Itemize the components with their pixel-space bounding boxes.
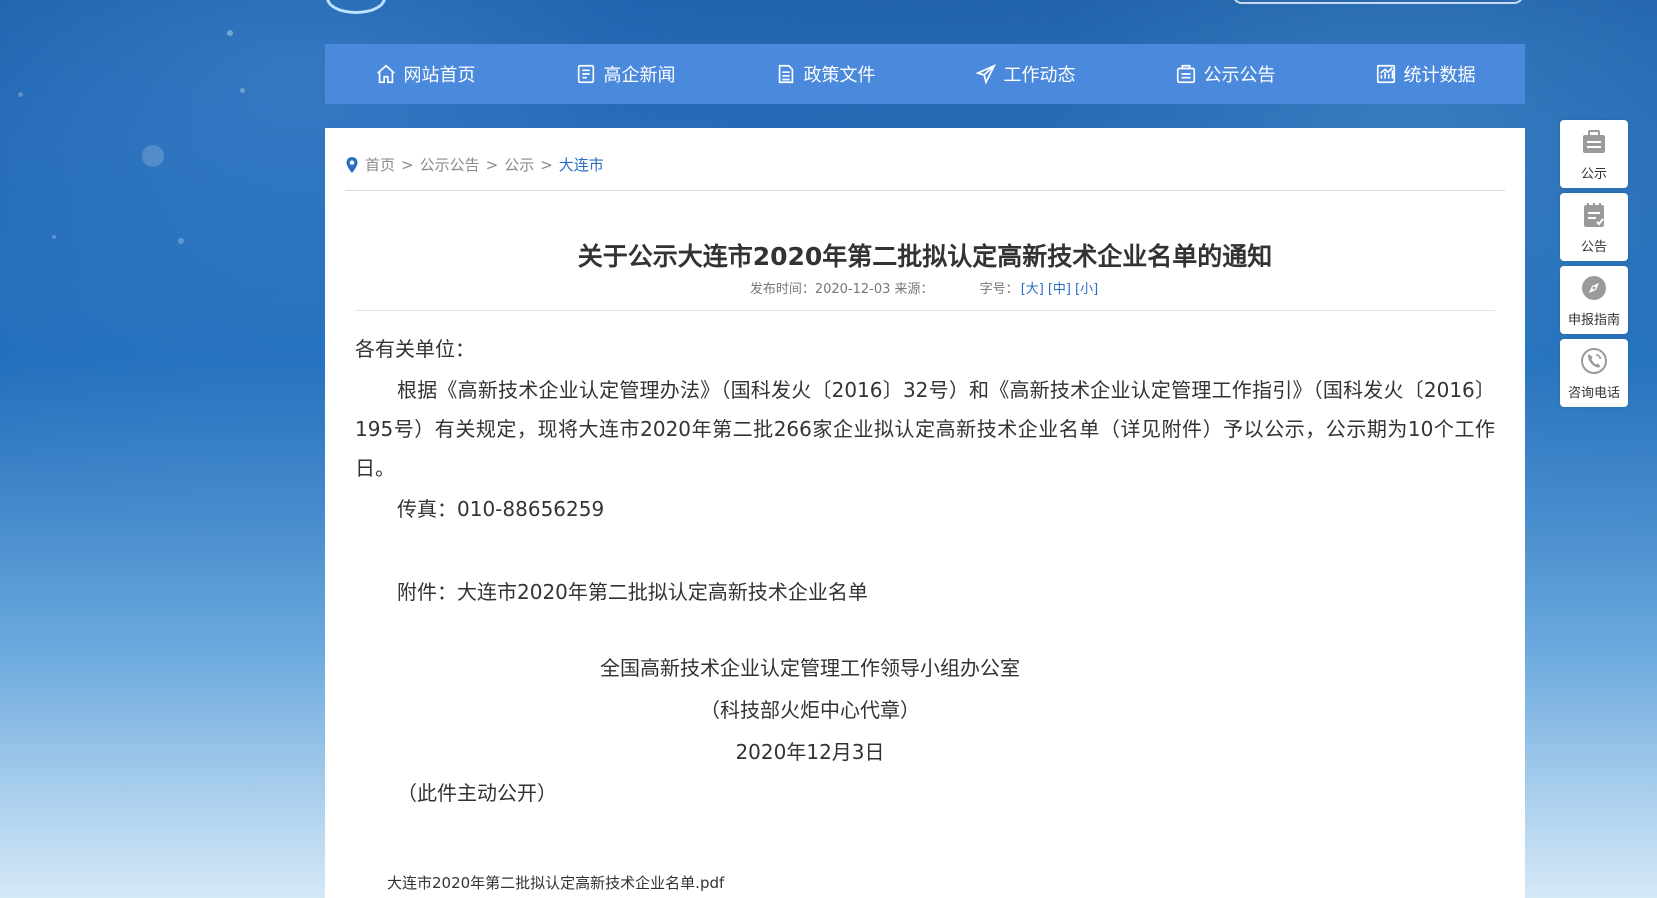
- float-item-guide[interactable]: 申报指南: [1560, 266, 1628, 334]
- signature-org: 全国高新技术企业认定管理工作领导小组办公室: [600, 656, 1020, 680]
- nav-item-statistics[interactable]: 统计数据: [1325, 44, 1525, 104]
- nav-item-home[interactable]: 网站首页: [325, 44, 525, 104]
- nav-item-announcement[interactable]: 公示公告: [1125, 44, 1325, 104]
- article-meta: 发布时间：2020-12-03 来源： 字号： [大] [中] [小]: [325, 278, 1525, 297]
- float-item-publicity[interactable]: 公示: [1560, 120, 1628, 188]
- breadcrumb-separator: >: [401, 155, 414, 174]
- breadcrumb-announcement-link[interactable]: 公示公告: [420, 154, 480, 175]
- floating-menu: 公示 公告 申报指南 咨询电话: [1560, 120, 1628, 412]
- font-size-large[interactable]: [大]: [1021, 282, 1044, 297]
- breadcrumb-separator: >: [485, 155, 499, 174]
- article-title: 关于公示大连市2020年第二批拟认定高新技术企业名单的通知: [577, 241, 1273, 271]
- float-item-label: 申报指南: [1567, 313, 1620, 328]
- attachment-file-link[interactable]: 大连市2020年第二批拟认定高新技术企业名单.pdf: [387, 872, 724, 893]
- announcement-icon: [1176, 64, 1195, 84]
- body-paragraph: 根据《高新技术企业认定管理办法》（国科发火〔2016〕32号）和《高新技术企业认…: [355, 378, 1495, 480]
- nav-item-policy[interactable]: 政策文件: [725, 44, 925, 104]
- nav-item-label: 高企新闻: [603, 65, 676, 86]
- article-panel: 首页 > 公示公告 > 公示 > 大连市 关于公示大连市2020年第二批拟认定高…: [325, 128, 1525, 898]
- home-icon: [376, 64, 395, 84]
- chart-icon: [1376, 64, 1395, 84]
- signature-seal: （科技部火炬中心代章）: [700, 698, 920, 722]
- salutation: 各有关单位：: [355, 337, 475, 361]
- notepad-icon: [1584, 203, 1604, 227]
- nav-item-news[interactable]: 高企新闻: [525, 44, 725, 104]
- signature-date: 2020年12月3日: [735, 740, 885, 764]
- publicity-note: （此件主动公开）: [397, 781, 557, 805]
- location-pin-icon: [346, 156, 358, 173]
- nav-item-label: 统计数据: [1403, 65, 1476, 86]
- nav-item-work[interactable]: 工作动态: [925, 44, 1125, 104]
- nav-item-label: 网站首页: [403, 65, 476, 86]
- main-nav: 网站首页 高企新闻 政策文件 工作动态 公示公告 统计数据: [325, 44, 1525, 104]
- send-icon: [974, 64, 996, 85]
- float-item-label: 公告: [1580, 240, 1607, 255]
- briefcase-icon: [1583, 130, 1605, 153]
- float-item-phone[interactable]: 咨询电话: [1560, 339, 1628, 407]
- site-logo[interactable]: [326, 0, 386, 14]
- font-size-medium[interactable]: [中]: [1048, 282, 1071, 297]
- nav-item-label: 政策文件: [803, 65, 876, 86]
- divider: [355, 310, 1495, 311]
- site-header: [0, 0, 1657, 38]
- phone-icon: [1581, 348, 1607, 374]
- attachment-line: 附件：大连市2020年第二批拟认定高新技术企业名单: [397, 580, 868, 604]
- news-icon: [577, 64, 594, 84]
- divider: [345, 190, 1505, 191]
- publish-info: 发布时间：2020-12-03 来源：: [749, 282, 934, 297]
- nav-item-label: 工作动态: [1003, 65, 1076, 86]
- float-item-label: 公示: [1580, 167, 1607, 182]
- breadcrumb-home-link[interactable]: 首页: [365, 154, 395, 175]
- fax-line: 传真：010-88656259: [397, 497, 605, 521]
- search-box[interactable]: [1232, 0, 1524, 4]
- font-size-label: 字号：: [979, 282, 1019, 297]
- float-item-label: 咨询电话: [1567, 386, 1620, 401]
- breadcrumb-current[interactable]: 大连市: [559, 154, 604, 175]
- compass-icon: [1582, 276, 1606, 300]
- font-size-small[interactable]: [小]: [1075, 282, 1098, 297]
- nav-item-label: 公示公告: [1203, 65, 1276, 86]
- breadcrumb-separator: >: [540, 155, 553, 174]
- float-item-notice[interactable]: 公告: [1560, 193, 1628, 261]
- document-icon: [778, 64, 793, 84]
- breadcrumb-publicity-link[interactable]: 公示: [504, 154, 534, 175]
- breadcrumb: 首页 > 公示公告 > 公示 > 大连市: [345, 154, 604, 175]
- article-body: 各有关单位： 根据《高新技术企业认定管理办法》（国科发火〔2016〕32号）和《…: [355, 332, 1495, 813]
